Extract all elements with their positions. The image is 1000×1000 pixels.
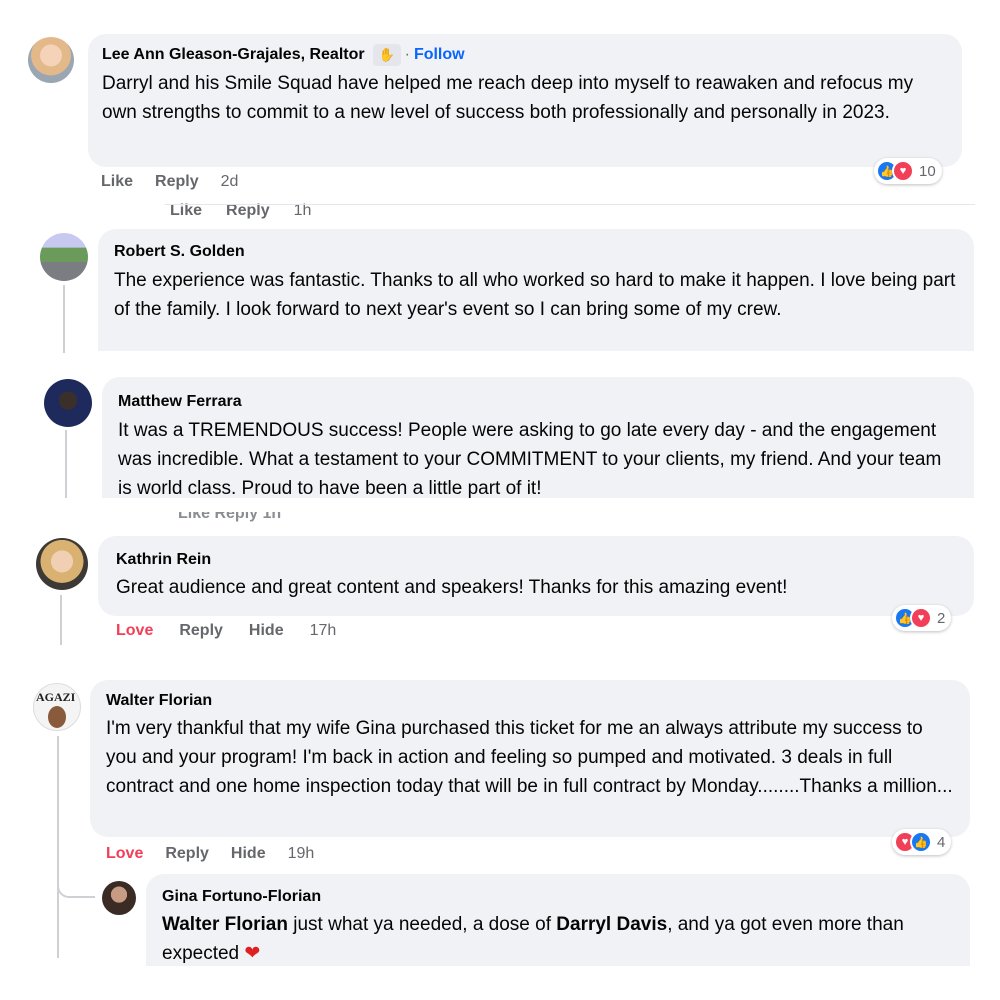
reply-button[interactable]: Reply	[155, 173, 199, 191]
thread-line	[65, 430, 67, 498]
top-fan-badge-icon: ✋	[372, 44, 401, 66]
separator-dot: ·	[404, 46, 410, 63]
reaction-count: 10	[919, 162, 936, 180]
reaction-count: 4	[937, 833, 946, 851]
comment-bubble: Kathrin Rein Great audience and great co…	[98, 536, 974, 616]
avatar[interactable]	[40, 233, 88, 281]
avatar[interactable]	[36, 538, 88, 590]
love-icon: ♥	[910, 607, 932, 629]
avatar-face	[48, 706, 66, 728]
comment-author[interactable]: Walter Florian	[106, 690, 954, 712]
mention-link[interactable]: Walter Florian	[162, 914, 288, 935]
love-button[interactable]: Love	[116, 622, 153, 640]
love-button[interactable]: Love	[106, 845, 143, 863]
reply-button[interactable]: Reply	[165, 845, 209, 863]
follow-button[interactable]: Follow	[414, 44, 465, 66]
comment-bubble: Matthew Ferrara It was a TREMENDOUS succ…	[102, 377, 974, 498]
thread-line	[57, 736, 59, 958]
reply-button[interactable]: Reply	[179, 622, 223, 640]
avatar[interactable]: AGAZI	[33, 683, 81, 731]
reaction-summary[interactable]: 👍 ♥ 2	[892, 605, 952, 631]
red-heart-icon: ❤	[244, 943, 261, 964]
love-icon: ♥	[892, 160, 914, 182]
comment-author-row: Lee Ann Gleason-Grajales, Realtor ✋ · Fo…	[102, 44, 948, 66]
comment-author[interactable]: Lee Ann Gleason-Grajales, Realtor	[102, 44, 365, 66]
comment-actions: Love Reply Hide 17h	[116, 622, 336, 640]
avatar[interactable]	[44, 379, 92, 427]
comment-text: The experience was fantastic. Thanks to …	[114, 270, 956, 320]
reply-connector	[57, 880, 95, 898]
divider	[165, 204, 975, 205]
thread-line	[60, 595, 62, 645]
hide-button[interactable]: Hide	[231, 845, 266, 863]
comment-text: Darryl and his Smile Squad have helped m…	[102, 73, 914, 123]
like-icon: 👍	[910, 831, 932, 853]
comment-author[interactable]: Robert S. Golden	[114, 241, 958, 263]
comment-author[interactable]: Matthew Ferrara	[118, 391, 958, 413]
comment-time[interactable]: 17h	[310, 622, 337, 640]
comment-actions: Like Reply 2d	[101, 173, 238, 191]
comment-text: Great audience and great content and spe…	[116, 577, 788, 598]
comment-time[interactable]: 19h	[288, 845, 315, 863]
comment-bubble: Walter Florian I'm very thankful that my…	[90, 680, 970, 837]
avatar[interactable]	[102, 881, 136, 915]
comment-author[interactable]: Kathrin Rein	[116, 549, 958, 571]
comment-time[interactable]: 2d	[221, 173, 239, 191]
mention-link[interactable]: Darryl Davis	[556, 914, 667, 935]
thread-line	[63, 285, 65, 353]
avatar-text: AGAZI	[36, 690, 76, 704]
reaction-count: 2	[937, 609, 946, 627]
comment-author[interactable]: Gina Fortuno-Florian	[162, 886, 954, 908]
partial-actions: Like Reply 1h	[178, 512, 282, 522]
comment-actions: Love Reply Hide 19h	[106, 845, 314, 863]
avatar[interactable]	[28, 37, 74, 83]
like-button[interactable]: Like	[101, 173, 133, 191]
comment-text: I'm very thankful that my wife Gina purc…	[106, 718, 953, 797]
comment-text: Walter Florian just what ya needed, a do…	[162, 910, 954, 966]
comment-bubble: Lee Ann Gleason-Grajales, Realtor ✋ · Fo…	[88, 34, 962, 167]
reply-bubble: Gina Fortuno-Florian Walter Florian just…	[146, 874, 970, 966]
reply-text-part: just what ya needed, a dose of	[287, 914, 557, 935]
comment-text: It was a TREMENDOUS success! People were…	[118, 420, 942, 498]
hide-button[interactable]: Hide	[249, 622, 284, 640]
reaction-summary[interactable]: 👍 ♥ 10	[874, 158, 942, 184]
comment-bubble: Robert S. Golden The experience was fant…	[98, 229, 974, 351]
reaction-summary[interactable]: ♥ 👍 4	[892, 829, 952, 855]
